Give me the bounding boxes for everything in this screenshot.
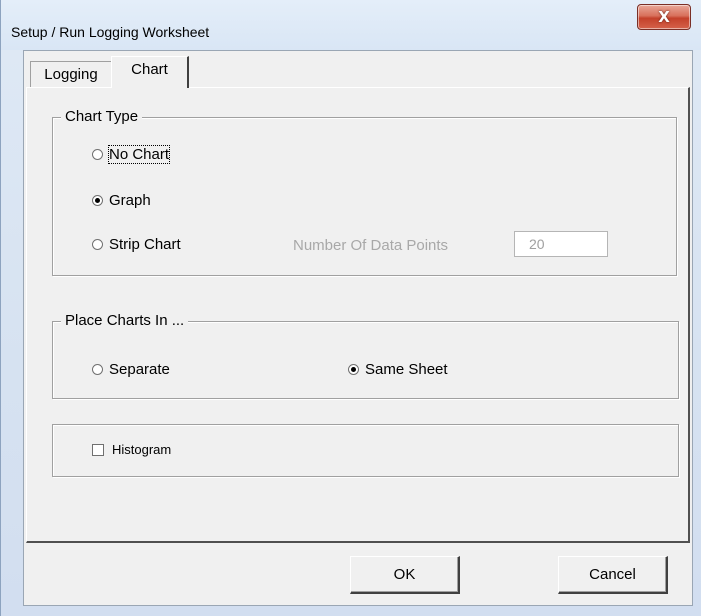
tab-logging[interactable]: Logging — [30, 61, 112, 87]
cancel-button[interactable]: Cancel — [558, 556, 668, 594]
data-points-input[interactable] — [514, 231, 608, 257]
radio-strip-chart-indicator[interactable] — [92, 239, 103, 250]
radio-graph-indicator[interactable] — [92, 195, 103, 206]
chart-type-group: Chart Type No Chart Graph Strip Chart Nu… — [52, 108, 677, 276]
tab-chart-label: Chart — [131, 61, 168, 78]
radio-graph-label: Graph — [109, 192, 151, 209]
radio-graph[interactable]: Graph — [92, 192, 151, 209]
title-bar[interactable]: Setup / Run Logging Worksheet X — [1, 0, 701, 50]
radio-no-chart[interactable]: No Chart — [92, 145, 171, 164]
radio-same-sheet[interactable]: Same Sheet — [348, 361, 448, 378]
ok-button[interactable]: OK — [350, 556, 460, 594]
radio-same-sheet-indicator[interactable] — [348, 364, 359, 375]
radio-separate[interactable]: Separate — [92, 361, 170, 378]
histogram-checkbox-row[interactable]: Histogram — [92, 442, 171, 457]
histogram-checkbox[interactable] — [92, 443, 104, 456]
chart-tab-page: Chart Type No Chart Graph Strip Chart Nu… — [26, 87, 690, 543]
radio-strip-chart[interactable]: Strip Chart — [92, 236, 181, 253]
dialog-window: Setup / Run Logging Worksheet X Logging … — [0, 0, 701, 616]
place-charts-group: Place Charts In ... Separate Same Sheet — [52, 312, 679, 399]
radio-separate-indicator[interactable] — [92, 364, 103, 375]
histogram-group: Histogram — [52, 424, 679, 477]
histogram-label: Histogram — [112, 442, 172, 457]
close-button[interactable]: X — [637, 4, 691, 30]
radio-no-chart-indicator[interactable] — [92, 149, 103, 160]
chart-type-caption: Chart Type — [61, 108, 143, 125]
dialog-client-area: Logging Chart Chart Type No Chart Graph … — [23, 50, 693, 606]
radio-no-chart-label: No Chart — [107, 145, 171, 164]
data-points-label: Number Of Data Points — [293, 237, 449, 254]
radio-same-sheet-label: Same Sheet — [365, 361, 448, 378]
window-title: Setup / Run Logging Worksheet — [11, 24, 210, 40]
tab-logging-label: Logging — [44, 66, 98, 83]
radio-strip-chart-label: Strip Chart — [109, 236, 181, 253]
close-icon: X — [658, 7, 670, 26]
radio-separate-label: Separate — [109, 361, 170, 378]
tab-chart[interactable]: Chart — [111, 56, 189, 88]
place-charts-caption: Place Charts In ... — [61, 312, 189, 329]
